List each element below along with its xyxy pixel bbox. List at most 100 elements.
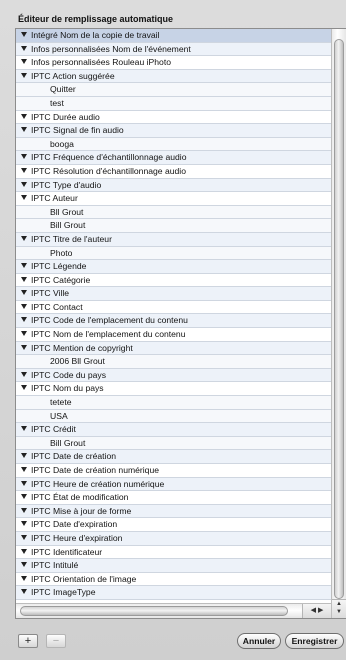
metadata-field-row[interactable]: IPTC Type d'audio [16, 178, 331, 193]
metadata-field-row[interactable]: IPTC Heure d'expiration [16, 531, 331, 546]
disclosure-triangle-icon[interactable] [21, 290, 27, 296]
vertical-scroll-thumb[interactable] [334, 39, 344, 599]
metadata-field-row[interactable]: Infos personnalisées Nom de l'événement [16, 42, 331, 57]
scroll-up-arrow-icon[interactable]: ▲ [332, 600, 346, 608]
disclosure-triangle-icon[interactable] [21, 263, 27, 269]
disclosure-triangle-icon[interactable] [21, 575, 27, 581]
metadata-field-row[interactable]: IPTC Date de création numérique [16, 464, 331, 478]
metadata-field-row[interactable]: IPTC Code de l'emplacement du contenu [16, 314, 331, 329]
value-label: tetete [50, 397, 72, 408]
metadata-field-row[interactable]: IPTC Résolution d'échantillonnage audio [16, 165, 331, 179]
disclosure-triangle-icon[interactable] [21, 534, 27, 540]
disclosure-triangle-icon[interactable] [21, 562, 27, 568]
disclosure-triangle-icon[interactable] [21, 72, 27, 78]
metadata-field-row[interactable]: IPTC Intitulé [16, 559, 331, 573]
metadata-field-row[interactable]: IPTC Catégorie [16, 274, 331, 288]
cancel-button[interactable]: Annuler [237, 633, 281, 649]
metadata-list[interactable]: Intégré Nom de la copie de travail Infos … [16, 29, 331, 602]
field-label: IPTC Signal de fin audio [31, 125, 124, 136]
metadata-field-row[interactable]: IPTC Nom du pays [16, 382, 331, 397]
metadata-value-row[interactable]: Bll Grout [16, 205, 331, 220]
disclosure-triangle-icon[interactable] [21, 154, 27, 160]
field-label: IPTC Action suggérée [31, 70, 115, 81]
metadata-field-row[interactable]: IPTC Titre de l'auteur [16, 232, 331, 247]
disclosure-triangle-icon[interactable] [21, 235, 27, 241]
horizontal-scroll-thumb[interactable] [20, 606, 288, 616]
disclosure-triangle-icon[interactable] [21, 276, 27, 282]
metadata-field-row[interactable]: IPTC Fréquence d'échantillonnage audio [16, 151, 331, 165]
disclosure-triangle-icon[interactable] [21, 331, 27, 337]
disclosure-triangle-icon[interactable] [21, 344, 27, 350]
field-label: IPTC Mots-clés [31, 601, 90, 602]
disclosure-triangle-icon[interactable] [21, 32, 27, 37]
field-label: IPTC Code de l'emplacement du contenu [31, 315, 188, 326]
disclosure-triangle-icon[interactable] [21, 494, 27, 500]
metadata-field-row[interactable]: IPTC Orientation de l'image [16, 573, 331, 587]
metadata-field-row[interactable]: IPTC État de modification [16, 491, 331, 505]
value-label: Photo [50, 247, 73, 258]
metadata-value-row[interactable]: tetete [16, 396, 331, 410]
disclosure-triangle-icon[interactable] [21, 195, 27, 201]
metadata-field-row[interactable]: IPTC Mention de copyright [16, 341, 331, 356]
metadata-value-row[interactable]: Bill Grout [16, 436, 331, 451]
metadata-field-row[interactable]: Infos personnalisées Rouleau iPhoto [16, 56, 331, 70]
metadata-field-row[interactable]: IPTC ImageType [16, 586, 331, 600]
metadata-field-row[interactable]: IPTC Identificateur [16, 546, 331, 560]
scroll-right-arrow-icon[interactable]: ▶ [318, 607, 323, 614]
field-label: IPTC Crédit [31, 424, 76, 435]
save-button[interactable]: Enregistrer [285, 633, 344, 649]
disclosure-triangle-icon[interactable] [21, 371, 27, 377]
metadata-field-row[interactable]: IPTC Mise à jour de forme [16, 504, 331, 519]
metadata-field-row[interactable]: IPTC Date de création [16, 450, 331, 464]
disclosure-triangle-icon[interactable] [21, 45, 27, 51]
horizontal-scroll-arrows[interactable]: ◀ ▶ [302, 604, 331, 618]
metadata-field-row[interactable]: IPTC Durée audio [16, 111, 331, 125]
disclosure-triangle-icon[interactable] [21, 507, 27, 513]
metadata-value-row[interactable]: Quitter [16, 83, 331, 97]
disclosure-triangle-icon[interactable] [21, 548, 27, 554]
metadata-value-row[interactable]: Photo [16, 246, 331, 261]
horizontal-scrollbar[interactable]: ◀ ▶ [16, 603, 331, 618]
disclosure-triangle-icon[interactable] [21, 385, 27, 391]
metadata-field-row[interactable]: IPTC Crédit [16, 423, 331, 437]
disclosure-triangle-icon[interactable] [21, 480, 27, 486]
metadata-field-row[interactable]: IPTC Heure de création numérique [16, 477, 331, 492]
metadata-field-row[interactable]: IPTC Auteur [16, 192, 331, 206]
disclosure-triangle-icon[interactable] [21, 181, 27, 187]
add-button[interactable]: + [18, 634, 38, 648]
metadata-field-row[interactable]: IPTC Date d'expiration [16, 518, 331, 532]
metadata-field-row[interactable]: IPTC Action suggérée [16, 69, 331, 84]
metadata-value-row[interactable]: 2006 Bll Grout [16, 355, 331, 369]
metadata-field-row[interactable]: IPTC Nom de l'emplacement du contenu [16, 328, 331, 342]
vertical-scrollbar[interactable]: ▲ ▼ [331, 29, 346, 618]
disclosure-triangle-icon[interactable] [21, 167, 27, 173]
disclosure-triangle-icon[interactable] [21, 59, 27, 65]
scroll-left-arrow-icon[interactable]: ◀ [311, 607, 316, 614]
metadata-field-row[interactable]: IPTC Ville [16, 287, 331, 301]
scroll-down-arrow-icon[interactable]: ▼ [332, 608, 346, 616]
metadata-field-row[interactable]: IPTC Signal de fin audio [16, 124, 331, 138]
field-label: IPTC Nom du pays [31, 383, 104, 394]
vertical-scroll-arrows[interactable]: ▲ ▼ [332, 599, 346, 618]
metadata-field-row[interactable]: IPTC Contact [16, 301, 331, 315]
metadata-field-row[interactable]: Intégré Nom de la copie de travail [16, 29, 331, 43]
disclosure-triangle-icon[interactable] [21, 426, 27, 432]
metadata-field-row[interactable]: IPTC Mots-clés [16, 600, 331, 602]
disclosure-triangle-icon[interactable] [21, 303, 27, 309]
metadata-value-row[interactable]: test [16, 96, 331, 111]
disclosure-triangle-icon[interactable] [21, 453, 27, 459]
field-label: IPTC Légende [31, 261, 87, 272]
disclosure-triangle-icon[interactable] [21, 589, 27, 595]
disclosure-triangle-icon[interactable] [21, 521, 27, 527]
remove-button[interactable]: − [46, 634, 66, 648]
metadata-field-row[interactable]: IPTC Légende [16, 260, 331, 274]
metadata-value-row[interactable]: booga [16, 137, 331, 152]
disclosure-triangle-icon[interactable] [21, 317, 27, 323]
metadata-value-row[interactable]: USA [16, 409, 331, 424]
metadata-value-row[interactable]: Bill Grout [16, 219, 331, 233]
disclosure-triangle-icon[interactable] [21, 113, 27, 119]
value-label: Bill Grout [50, 437, 86, 448]
metadata-field-row[interactable]: IPTC Code du pays [16, 368, 331, 383]
disclosure-triangle-icon[interactable] [21, 467, 27, 472]
disclosure-triangle-icon[interactable] [21, 127, 27, 133]
